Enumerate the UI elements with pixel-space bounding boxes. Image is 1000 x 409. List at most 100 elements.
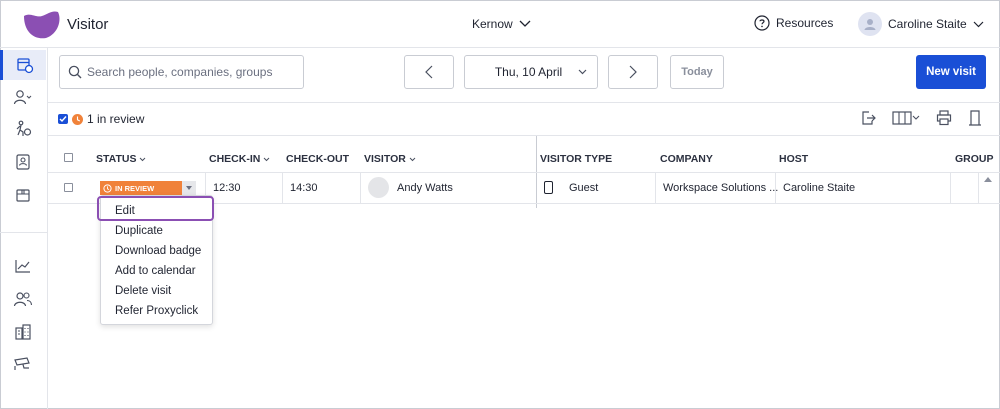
menu-item-duplicate[interactable]: Duplicate: [115, 225, 163, 237]
user-menu[interactable]: Caroline Staite: [858, 12, 984, 36]
cell-divider: [655, 173, 656, 203]
company-cell: Workspace Solutions ...: [663, 182, 779, 194]
in-review-label: 1 in review: [87, 112, 145, 126]
status-text: IN REVIEW: [115, 183, 155, 193]
app-title: Visitor: [67, 16, 109, 33]
chevron-left-icon: [425, 65, 433, 79]
caret-down-icon: [186, 186, 192, 190]
new-visit-button[interactable]: New visit: [916, 55, 986, 89]
review-checkbox[interactable]: [58, 114, 68, 124]
walking-person-icon: [16, 120, 32, 136]
row-checkbox[interactable]: [64, 183, 73, 192]
sidebar: [0, 48, 48, 409]
column-host[interactable]: HOST: [779, 153, 808, 165]
print-icon[interactable]: [936, 110, 952, 126]
edit-highlight-outline: [97, 196, 214, 221]
menu-item-delete-visit[interactable]: Delete visit: [115, 285, 171, 297]
id-card-icon: [16, 154, 30, 170]
column-company[interactable]: COMPANY: [660, 153, 713, 165]
brand-logo: [24, 11, 60, 39]
sidebar-divider: [0, 232, 47, 233]
visitor-name-cell[interactable]: Andy Watts: [397, 182, 453, 194]
clock-icon: [72, 113, 83, 125]
date-selector[interactable]: Thu, 10 April: [464, 55, 598, 89]
scroll-up-arrow-icon[interactable]: [984, 177, 992, 182]
users-icon: [13, 292, 33, 307]
help-circle-icon: [754, 15, 770, 31]
location-label: Kernow: [472, 17, 513, 31]
table-tools: [860, 110, 982, 126]
export-icon[interactable]: [860, 110, 876, 126]
column-label: COMPANY: [660, 153, 713, 165]
status-menu-toggle[interactable]: [182, 181, 196, 195]
chevron-down-icon: [140, 157, 146, 161]
security-camera-icon: [14, 357, 30, 370]
sidebar-item-analytics[interactable]: [0, 251, 46, 281]
column-check-out[interactable]: CHECK-OUT: [286, 153, 349, 165]
top-bar: Visitor Kernow Resources Caroline Staite: [0, 0, 1000, 48]
resources-label: Resources: [776, 16, 834, 30]
in-review-filter[interactable]: 1 in review: [58, 112, 144, 126]
cell-divider: [282, 173, 283, 203]
columns-icon[interactable]: [892, 111, 920, 125]
sidebar-item-badges[interactable]: [0, 147, 46, 177]
table-header: STATUS CHECK-IN CHECK-OUT VISITOR VISITO…: [48, 146, 1000, 172]
menu-item-download-badge[interactable]: Download badge: [115, 245, 201, 257]
column-label: VISITOR: [364, 153, 406, 165]
select-all-checkbox[interactable]: [64, 153, 73, 162]
column-check-in[interactable]: CHECK-IN: [209, 153, 270, 165]
sidebar-item-buildings[interactable]: [0, 317, 46, 347]
visitor-type-cell: Guest: [569, 182, 599, 194]
chevron-down-icon: [263, 157, 270, 161]
column-label: VISITOR TYPE: [540, 153, 613, 165]
clock-icon: [103, 183, 112, 193]
column-label: HOST: [779, 153, 809, 165]
column-visitor[interactable]: VISITOR: [364, 153, 416, 165]
checkbox-box: [64, 153, 73, 162]
next-day-button[interactable]: [608, 55, 658, 89]
sidebar-item-people[interactable]: [0, 82, 46, 112]
search-input[interactable]: [87, 65, 297, 79]
column-label: STATUS: [96, 153, 137, 165]
check-icon: [59, 116, 67, 123]
chevron-down-icon: [519, 20, 531, 27]
location-selector[interactable]: Kernow: [472, 17, 531, 31]
cell-divider: [775, 173, 776, 203]
column-status[interactable]: STATUS: [96, 153, 146, 165]
sidebar-item-visits[interactable]: [0, 50, 46, 80]
menu-item-add-to-calendar[interactable]: Add to calendar: [115, 265, 196, 277]
check-out-cell: 14:30: [290, 182, 318, 194]
column-label: GROUP: [955, 153, 994, 165]
search-field[interactable]: [59, 55, 304, 89]
door-icon[interactable]: [968, 110, 982, 126]
id-badge-icon: [544, 181, 553, 194]
today-button[interactable]: Today: [670, 55, 724, 89]
package-icon: [16, 189, 30, 202]
previous-day-button[interactable]: [404, 55, 454, 89]
user-name: Caroline Staite: [888, 17, 967, 31]
cell-divider: [950, 173, 951, 203]
sidebar-item-deliveries[interactable]: [0, 180, 46, 210]
chevron-down-icon: [578, 69, 587, 75]
checkbox-box: [64, 183, 73, 192]
chevron-down-icon: [409, 157, 416, 161]
vertical-scrollbar[interactable]: [978, 172, 998, 204]
sidebar-item-users[interactable]: [0, 284, 46, 314]
host-cell: Caroline Staite: [783, 182, 856, 194]
column-group[interactable]: GROUP: [955, 153, 994, 165]
status-badge[interactable]: IN REVIEW: [100, 181, 196, 195]
user-avatar: [858, 12, 882, 36]
building-icon: [15, 324, 31, 340]
sidebar-item-security[interactable]: [0, 349, 46, 379]
line-chart-icon: [15, 260, 30, 273]
menu-item-refer-proxyclick[interactable]: Refer Proxyclick: [115, 305, 198, 317]
chevron-right-icon: [629, 65, 637, 79]
visitor-avatar: [368, 177, 389, 198]
sidebar-item-arrivals[interactable]: [0, 114, 46, 144]
check-in-cell: 12:30: [213, 182, 241, 194]
chevron-down-icon: [973, 21, 984, 27]
search-icon: [68, 65, 82, 79]
resources-link[interactable]: Resources: [754, 15, 833, 31]
column-visitor-type[interactable]: VISITOR TYPE: [540, 153, 612, 165]
status-label-box: IN REVIEW: [100, 181, 182, 195]
